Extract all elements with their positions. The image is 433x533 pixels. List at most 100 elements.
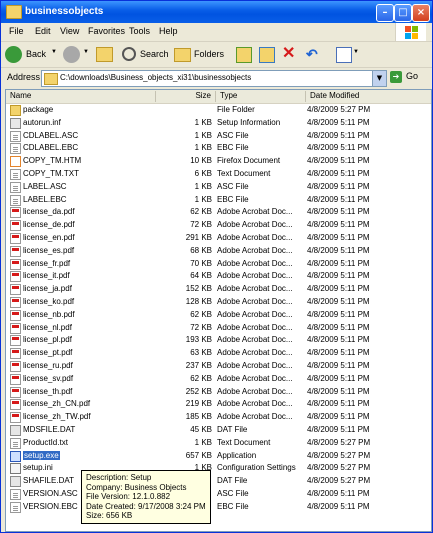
file-type: Adobe Acrobat Doc...	[217, 322, 293, 332]
file-row[interactable]: license_pl.pdf 193 KB Adobe Acrobat Doc...…	[6, 334, 431, 347]
file-row[interactable]: license_ru.pdf 237 KB Adobe Acrobat Doc...…	[6, 360, 431, 373]
search-button[interactable]: Search	[121, 45, 169, 64]
copy-to-button[interactable]	[258, 45, 276, 64]
file-row[interactable]: SHAFILE.DAT DAT File 4/8/2009 5:27 PM	[6, 475, 431, 488]
file-size: 1 KB	[194, 117, 212, 127]
file-row[interactable]: package File Folder 4/8/2009 5:27 PM	[6, 104, 431, 117]
file-row[interactable]: license_sv.pdf 62 KB Adobe Acrobat Doc... 4…	[6, 373, 431, 386]
tooltip-date-created: Date Created: 9/17/2008 3:24 PM	[86, 501, 206, 511]
undo-button[interactable]: ↶	[306, 45, 324, 64]
file-date: 4/8/2009 5:11 PM	[307, 399, 370, 409]
pdf-file-icon	[10, 399, 21, 411]
file-size: 128 KB	[185, 297, 212, 306]
file-row[interactable]: license_fr.pdf 70 KB Adobe Acrobat Doc... 4…	[6, 258, 431, 271]
file-row[interactable]: VERSION.ASC ASC File 4/8/2009 5:11 PM	[6, 488, 431, 501]
address-input[interactable]: C:\downloads\Business_objects_xi31\busin…	[41, 70, 387, 87]
file-row[interactable]: license_ja.pdf 152 KB Adobe Acrobat Doc...…	[6, 283, 431, 296]
file-row[interactable]: CDLABEL.ASC 1 KB ASC File 4/8/2009 5:11 PM	[6, 130, 431, 143]
file-row[interactable]: setup.ini 1 KB Configuration Settings 4/8/2…	[6, 462, 431, 475]
file-type: Adobe Acrobat Doc...	[217, 284, 293, 294]
menu-help[interactable]: Help	[159, 26, 178, 36]
file-type: Application	[217, 450, 257, 460]
file-name: license_pt.pdf	[23, 348, 73, 358]
file-type: ASC File	[217, 130, 249, 140]
file-date: 4/8/2009 5:11 PM	[307, 412, 370, 422]
file-row[interactable]: autorun.inf 1 KB Setup Information 4/8/2009…	[6, 117, 431, 130]
file-row[interactable]: CDLABEL.EBC 1 KB EBC File 4/8/2009 5:11 PM	[6, 142, 431, 155]
column-size[interactable]: Size	[156, 91, 216, 102]
file-size: 219 KB	[185, 399, 212, 409]
file-date: 4/8/2009 5:11 PM	[307, 181, 370, 191]
file-date: 4/8/2009 5:11 PM	[307, 169, 370, 178]
views-button[interactable]: ▼	[335, 45, 361, 64]
file-name: SHAFILE.DAT	[23, 476, 74, 486]
minimize-button[interactable]: –	[376, 4, 394, 22]
column-name[interactable]: Name	[6, 91, 156, 102]
folder-icon	[6, 5, 22, 19]
file-date: 4/8/2009 5:27 PM	[307, 450, 371, 460]
column-type[interactable]: Type	[216, 91, 306, 102]
file-name: COPY_TM.HTM	[23, 156, 82, 166]
file-row[interactable]: license_de.pdf 72 KB Adobe Acrobat Doc... 4…	[6, 219, 431, 232]
file-row[interactable]: license_nl.pdf 72 KB Adobe Acrobat Doc... 4…	[6, 322, 431, 335]
exe-file-icon	[10, 450, 21, 462]
file-row[interactable]: LABEL.ASC 1 KB ASC File 4/8/2009 5:11 PM	[6, 181, 431, 194]
folders-button[interactable]: Folders	[173, 45, 225, 64]
file-size: 152 KB	[185, 284, 212, 294]
menu-file[interactable]: File	[9, 26, 24, 36]
file-list[interactable]: Name Size Type Date Modified package File…	[5, 89, 432, 532]
file-row[interactable]: license_th.pdf 252 KB Adobe Acrobat Doc...…	[6, 386, 431, 399]
file-name: license_nb.pdf	[23, 309, 75, 319]
menu-edit[interactable]: Edit	[35, 26, 51, 36]
file-date: 4/8/2009 5:11 PM	[307, 361, 370, 370]
file-size: 72 KB	[190, 322, 212, 332]
doc-file-icon	[10, 143, 21, 155]
file-type: ASC File	[217, 181, 249, 191]
forward-button[interactable]: ▼	[63, 45, 89, 64]
file-name: license_sv.pdf	[23, 373, 74, 383]
close-button[interactable]: ×	[412, 4, 430, 22]
file-name: CDLABEL.ASC	[23, 130, 79, 140]
file-type: Adobe Acrobat Doc...	[217, 386, 293, 396]
file-row[interactable]: MDSFILE.DAT 45 KB DAT File 4/8/2009 5:11 PM	[6, 424, 431, 437]
address-path: C:\downloads\Business_objects_xi31\busin…	[60, 73, 252, 82]
file-row[interactable]: setup.exe 657 KB Application 4/8/2009 5:27 …	[6, 450, 431, 463]
file-row[interactable]: license_it.pdf 64 KB Adobe Acrobat Doc... 4…	[6, 270, 431, 283]
file-type: Text Document	[217, 169, 271, 178]
move-to-button[interactable]	[235, 45, 253, 64]
title-bar[interactable]: businessobjects – □ ×	[1, 1, 432, 23]
file-date: 4/8/2009 5:11 PM	[307, 322, 370, 332]
menu-favorites[interactable]: Favorites	[88, 26, 125, 36]
address-dropdown-button[interactable]: ▼	[372, 71, 386, 86]
file-type: DAT File	[217, 425, 248, 434]
column-date-modified[interactable]: Date Modified	[306, 91, 431, 102]
pdf-file-icon	[10, 297, 21, 308]
maximize-button[interactable]: □	[394, 4, 412, 22]
toolbar: Back ▼ ▼ Search Folders ✕ ↶ ▼	[1, 42, 432, 68]
file-row[interactable]: LABEL.EBC 1 KB EBC File 4/8/2009 5:11 PM	[6, 194, 431, 207]
htm-file-icon	[10, 156, 21, 168]
file-row[interactable]: COPY_TM.HTM 10 KB Firefox Document 4/8/2009…	[6, 155, 431, 168]
up-folder-button[interactable]	[95, 45, 115, 64]
file-row[interactable]: license_es.pdf 68 KB Adobe Acrobat Doc... 4…	[6, 245, 431, 258]
back-button[interactable]: Back ▼	[5, 45, 59, 64]
file-row[interactable]: license_zh_TW.pdf 185 KB Adobe Acrobat Doc…	[6, 411, 431, 424]
views-icon	[336, 47, 352, 63]
file-name: VERSION.ASC	[23, 489, 78, 498]
file-size: 68 KB	[190, 245, 212, 255]
menu-view[interactable]: View	[60, 26, 79, 36]
pdf-file-icon	[10, 207, 21, 219]
file-row[interactable]: ProductId.txt 1 KB Text Document 4/8/2009 5…	[6, 437, 431, 450]
file-row[interactable]: COPY_TM.TXT 6 KB Text Document 4/8/2009 5:1…	[6, 168, 431, 181]
menu-tools[interactable]: Tools	[129, 26, 150, 36]
file-row[interactable]: license_ko.pdf 128 KB Adobe Acrobat Doc...…	[6, 296, 431, 309]
file-row[interactable]: license_en.pdf 291 KB Adobe Acrobat Doc...…	[6, 232, 431, 245]
delete-button[interactable]: ✕	[282, 45, 300, 64]
doc-file-icon	[10, 437, 21, 449]
file-row[interactable]: license_pt.pdf 63 KB Adobe Acrobat Doc... 4…	[6, 347, 431, 360]
file-row[interactable]: license_da.pdf 62 KB Adobe Acrobat Doc... 4…	[6, 206, 431, 219]
file-row[interactable]: VERSION.EBC EBC File 4/8/2009 5:11 PM	[6, 501, 431, 514]
file-size: 657 KB	[185, 450, 212, 460]
file-row[interactable]: license_zh_CN.pdf 219 KB Adobe Acrobat Doc…	[6, 398, 431, 411]
file-row[interactable]: license_nb.pdf 62 KB Adobe Acrobat Doc... 4…	[6, 309, 431, 322]
